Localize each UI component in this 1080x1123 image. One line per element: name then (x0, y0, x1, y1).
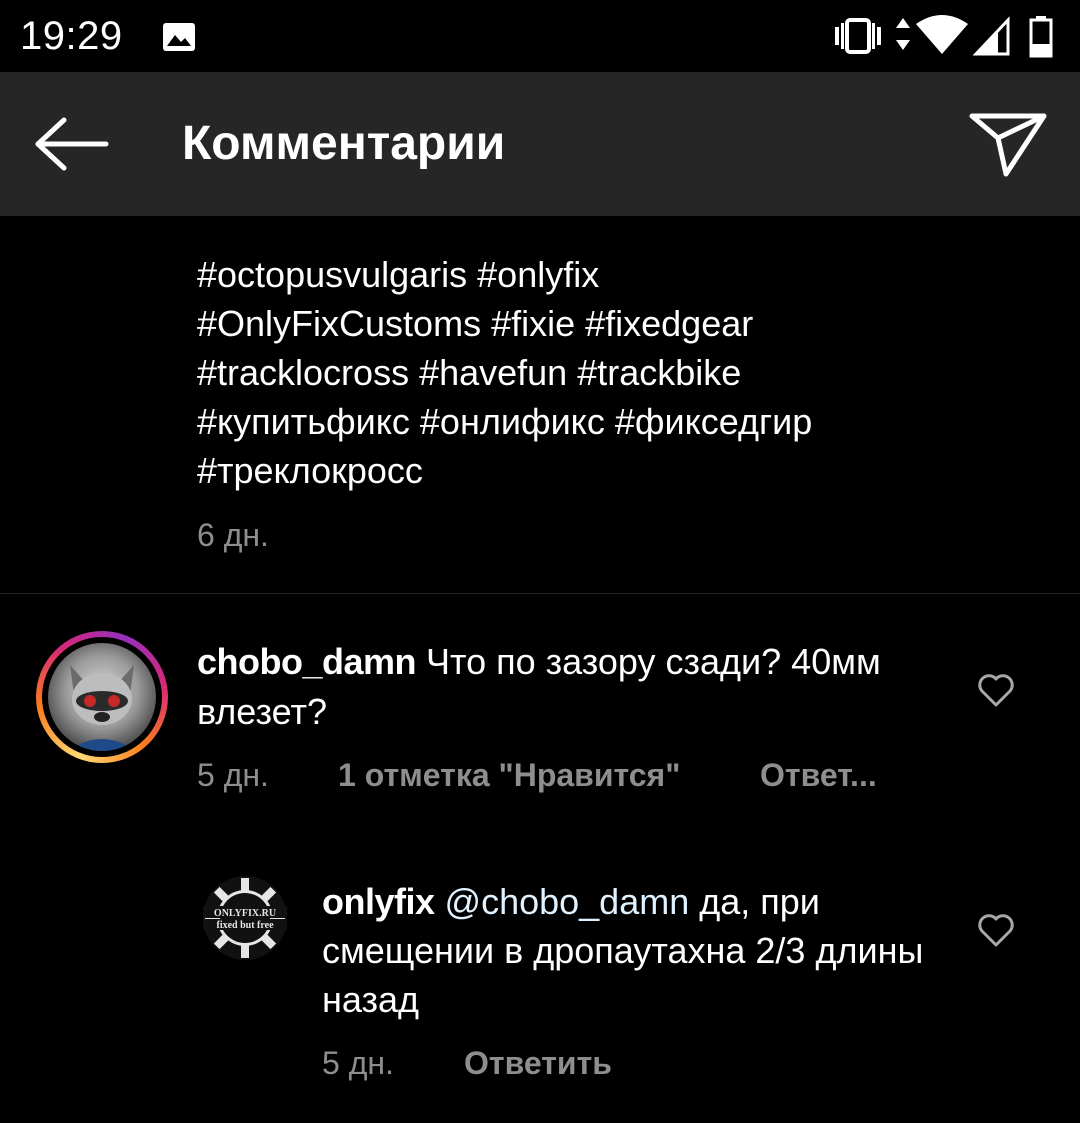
heart-icon[interactable] (976, 670, 1016, 710)
data-arrows-icon (896, 18, 910, 50)
caption-timestamp: 6 дн. (197, 517, 269, 553)
status-icons (832, 14, 1062, 58)
post-caption: #octopusvulgaris #onlyfix #OnlyFixCustom… (197, 250, 1057, 495)
signal-icon (972, 16, 1010, 56)
status-time: 19:29 (20, 14, 123, 58)
avatar (48, 643, 156, 751)
raccoon-avatar-icon (68, 665, 136, 751)
comment-timestamp: 5 дн. (197, 757, 269, 793)
vibrate-icon (835, 18, 881, 54)
reply-meta: 5 дн. Ответить (322, 1045, 942, 1085)
caption-line: #tracklocross #havefun #trackbike (197, 352, 742, 393)
comment-text: chobo_damn Что по зазору сзади? 40мм вле… (197, 637, 937, 737)
reply-timestamp: 5 дн. (322, 1045, 394, 1081)
reply-text: onlyfix @chobo_damn да, при смещении в д… (322, 877, 942, 1024)
caption-line: #octopusvulgaris #onlyfix (197, 254, 600, 295)
gallery-icon (163, 23, 195, 51)
caption-line: #треклокросс (197, 450, 423, 491)
avatar[interactable]: ONLYFIX.RU fixed but free (203, 876, 287, 960)
heart-icon[interactable] (976, 910, 1016, 950)
comment-meta: 5 дн. 1 отметка "Нравится" Ответ... (197, 757, 937, 797)
battery-icon (1029, 16, 1053, 58)
status-bar: 19:29 (0, 0, 1080, 72)
comment-username[interactable]: chobo_damn (197, 641, 417, 682)
divider (0, 593, 1080, 594)
wifi-icon (916, 15, 968, 54)
caption-line: #купитьфикс #онлификс #фикседгир (197, 401, 813, 442)
send-icon[interactable] (966, 108, 1050, 180)
reply-button[interactable]: Ответ... (760, 757, 877, 794)
logo-tagline: fixed but free (216, 920, 274, 931)
mention-link[interactable]: @chobo_damn (445, 881, 690, 922)
caption-line: #OnlyFixCustoms #fixie #fixedgear (197, 303, 754, 344)
avatar-story-ring[interactable] (36, 631, 168, 763)
back-arrow-icon[interactable] (28, 112, 112, 176)
page-title: Комментарии (182, 117, 506, 170)
gear-logo-icon: ONLYFIX.RU fixed but free (203, 878, 287, 958)
logo-text: ONLYFIX.RU (214, 908, 276, 919)
app-bar: Комментарии (0, 72, 1080, 216)
reply-button[interactable]: Ответить (464, 1045, 612, 1082)
reply-username[interactable]: onlyfix (322, 881, 435, 922)
like-count-link[interactable]: 1 отметка "Нравится" (338, 757, 680, 794)
